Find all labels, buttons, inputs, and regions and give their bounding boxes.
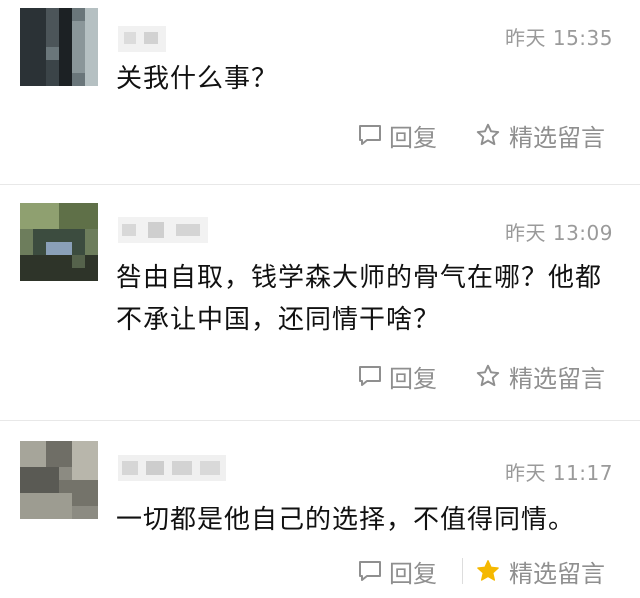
feature-comment-button[interactable]: 精选留言	[475, 120, 605, 152]
comment-text: 咎由自取，钱学森大师的骨气在哪？他都不承让中国，还同情干啥？	[116, 263, 603, 335]
feature-comment-button[interactable]: 精选留言	[475, 556, 605, 588]
star-outline-icon	[476, 364, 500, 387]
reply-button[interactable]: 回复	[357, 556, 437, 588]
comment-actions: 回复 精选留言	[357, 120, 627, 152]
avatar[interactable]	[20, 203, 98, 281]
star-outline-icon	[476, 123, 500, 146]
comment-timestamp: 昨天 15:35	[505, 26, 613, 50]
reply-button[interactable]: 回复	[357, 120, 437, 152]
star-filled-icon	[477, 560, 499, 581]
username-blurred	[118, 26, 166, 52]
comment-actions: 回复 精选留言	[357, 556, 627, 588]
comment-bubble-icon	[359, 125, 381, 145]
comment-timestamp: 昨天 13:09	[505, 221, 613, 245]
feature-comment-button[interactable]: 精选留言	[475, 361, 605, 393]
comment-bubble-icon	[359, 366, 381, 386]
comment-item: 昨天 15:35 关我什么事？ 回复 精选留言	[0, 0, 640, 185]
feature-label: 精选留言	[509, 364, 605, 393]
reply-button[interactable]: 回复	[357, 361, 437, 393]
comment-item: 昨天 13:09 咎由自取，钱学森大师的骨气在哪？他都不承让中国，还同情干啥？ …	[0, 185, 640, 421]
avatar[interactable]	[20, 441, 98, 519]
comment-bubble-icon	[359, 561, 381, 581]
avatar[interactable]	[20, 8, 98, 86]
comment-actions: 回复 精选留言	[357, 361, 627, 393]
feature-label: 精选留言	[509, 559, 605, 588]
comment-timestamp: 昨天 11:17	[505, 461, 613, 485]
action-divider	[462, 558, 463, 584]
comment-item: 昨天 11:17 一切都是他自己的选择，不值得同情。 回复 精选留言	[0, 421, 640, 598]
username-blurred	[118, 217, 208, 243]
comment-text: 关我什么事？	[116, 64, 279, 94]
comment-text: 一切都是他自己的选择，不值得同情。	[116, 505, 576, 535]
reply-label: 回复	[389, 559, 437, 588]
reply-label: 回复	[389, 364, 437, 393]
reply-label: 回复	[389, 123, 437, 152]
username-blurred	[118, 455, 226, 481]
feature-label: 精选留言	[509, 123, 605, 152]
